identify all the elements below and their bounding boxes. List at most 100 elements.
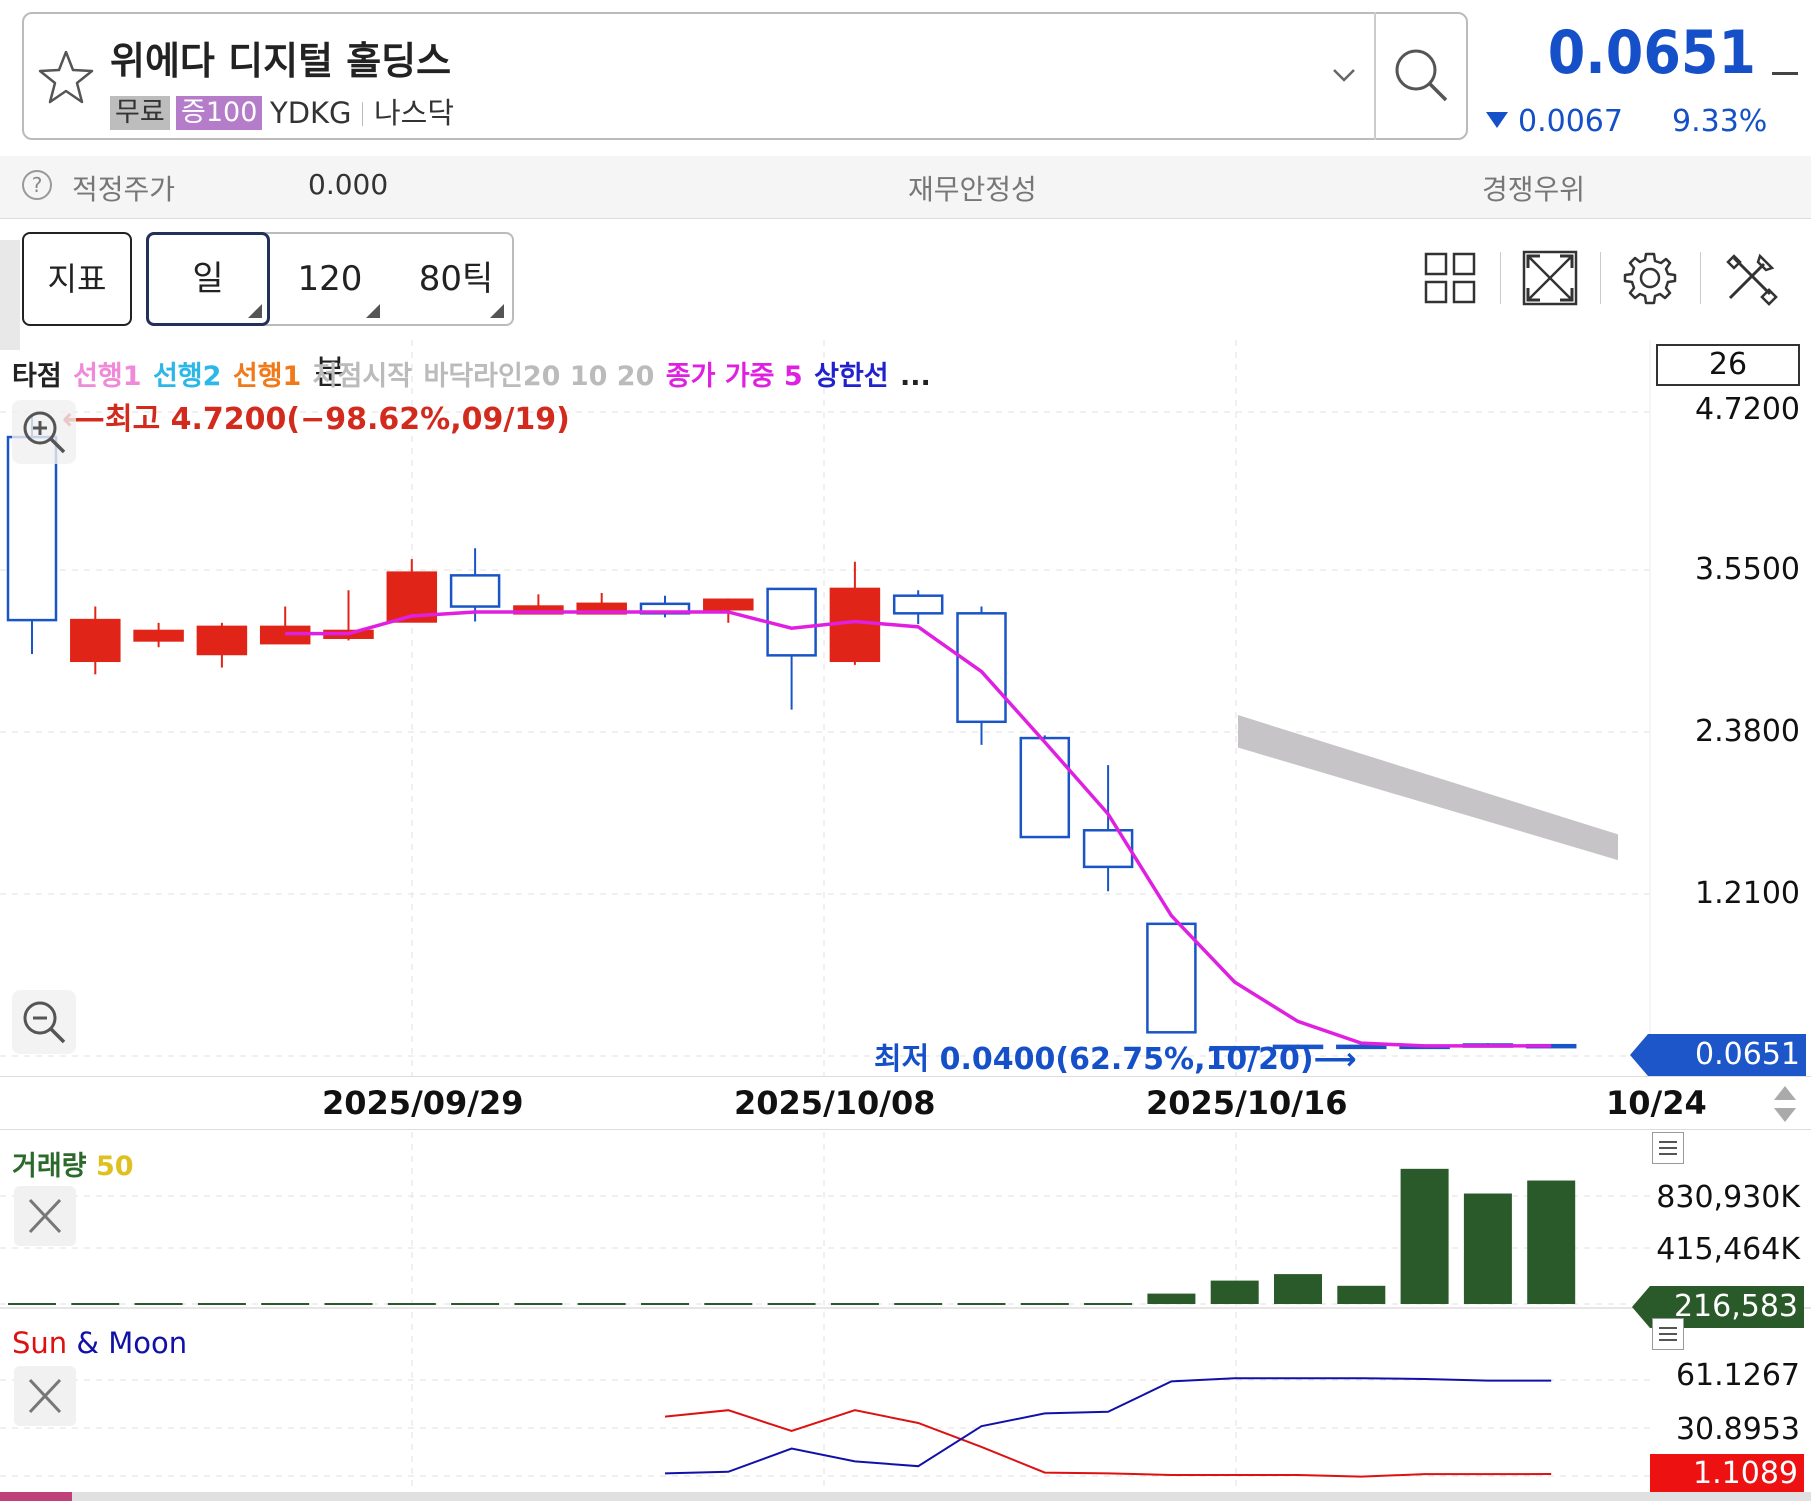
volume-bar <box>1527 1180 1576 1304</box>
down-triangle-icon <box>1486 112 1508 128</box>
settings-gear-icon[interactable] <box>1620 248 1680 308</box>
divider <box>362 102 363 126</box>
date-label: 10/24 <box>1606 1084 1707 1122</box>
price-axis-label: 3.5500 <box>1695 552 1800 587</box>
candle-body <box>703 598 754 611</box>
price-axis-label: 2.3800 <box>1695 714 1800 749</box>
visible-count-box[interactable]: 26 <box>1656 344 1800 386</box>
price-chart[interactable] <box>0 340 1811 1492</box>
sun-line <box>664 1409 1552 1478</box>
candle-body <box>956 612 1007 724</box>
divider <box>1600 252 1601 304</box>
date-label: 2025/09/29 <box>322 1084 524 1122</box>
volume-title-param: 50 <box>95 1151 134 1182</box>
price-change-percent: 9.33% <box>1672 104 1768 139</box>
sun-label: Sun <box>12 1326 68 1360</box>
scrollbar-thumb[interactable] <box>0 1492 72 1501</box>
legend-item[interactable]: 선행1 <box>73 361 151 392</box>
star-favorite-icon[interactable] <box>36 48 96 108</box>
sun-moon-lines <box>0 1377 1650 1478</box>
corner-indicator <box>248 304 262 318</box>
high-annotation: ⟵최고 4.7200(−98.62%,09/19) <box>62 394 570 438</box>
fair-price-value: 0.000 <box>308 168 389 201</box>
right-arrow-icon: ⟶ <box>1313 1042 1357 1077</box>
date-label: 2025/10/08 <box>734 1084 936 1122</box>
low-annotation: 최저 0.0400(62.75%,10/20)⟶ <box>874 1034 1357 1078</box>
volume-tag-pointer <box>1632 1286 1650 1328</box>
horizontal-scrollbar[interactable] <box>0 1492 1811 1501</box>
help-icon[interactable]: ? <box>22 170 52 200</box>
volume-title: 거래량 50 <box>12 1144 134 1183</box>
indicator-button[interactable]: 지표 <box>22 232 132 326</box>
price-marker <box>1772 72 1798 75</box>
zoom-out-icon[interactable] <box>12 990 76 1054</box>
legend-item[interactable]: 바닥라인20 10 20 <box>423 361 663 392</box>
chart-grid <box>0 340 1651 1492</box>
volume-bar <box>1337 1285 1386 1304</box>
stock-name[interactable]: 위에다 디지털 홀딩스 <box>110 30 451 85</box>
volume-bar <box>1400 1168 1449 1304</box>
legend-item[interactable]: 저점시작 <box>313 361 422 392</box>
competitive-advantage-label[interactable]: 경쟁우위 <box>1482 168 1585 208</box>
sun-moon-axis-label: 61.1267 <box>1675 1358 1800 1393</box>
ma-line-path <box>285 610 1552 1048</box>
candle-body <box>449 574 501 608</box>
cloud-band-shape <box>1238 715 1618 861</box>
ma-line <box>285 610 1552 1048</box>
side-drawer-handle[interactable] <box>0 240 20 350</box>
candle-body <box>133 629 184 642</box>
volume-title-text: 거래량 <box>12 1151 87 1182</box>
legend-item[interactable]: ... <box>900 361 931 392</box>
close-icon[interactable] <box>14 1366 76 1426</box>
date-label: 2025/10/16 <box>1146 1084 1348 1122</box>
menu-icon[interactable] <box>1652 1132 1684 1164</box>
volume-bar <box>1210 1280 1259 1304</box>
layout-grid-icon[interactable] <box>1420 248 1480 308</box>
zoom-in-icon[interactable] <box>12 400 76 464</box>
period-120min-button[interactable]: 120분 <box>282 232 378 393</box>
candle-body <box>70 618 121 663</box>
exchange-name: 나스닥 <box>374 96 455 130</box>
indicator-legend[interactable]: 타점 선행1 선행2 선행1 저점시작 바닥라인20 10 20 종가 가중 5… <box>12 354 933 393</box>
volume-axis-label: 830,930K <box>1656 1180 1800 1215</box>
corner-indicator <box>366 304 380 318</box>
candle-body <box>892 594 944 615</box>
ticker-symbol: YDKG <box>270 96 352 130</box>
current-price-tag: 0.0651 <box>1648 1034 1806 1076</box>
current-price-pointer <box>1630 1034 1648 1076</box>
volume-bar <box>1463 1193 1512 1304</box>
legend-item[interactable]: 타점 <box>12 361 71 392</box>
candle-body <box>196 625 248 656</box>
fullscreen-icon[interactable] <box>1520 248 1580 308</box>
divider <box>1374 12 1376 140</box>
cloud-band <box>1238 715 1618 861</box>
menu-icon[interactable] <box>1652 1318 1684 1350</box>
search-icon[interactable] <box>1390 44 1452 106</box>
volume-bar <box>1147 1293 1196 1304</box>
low-annotation-text: 최저 0.0400(62.75%,10/20) <box>874 1042 1314 1077</box>
legend-item[interactable]: 선행1 <box>233 361 311 392</box>
volume-bar <box>1274 1274 1322 1304</box>
legend-item[interactable]: 상한선 <box>814 361 898 392</box>
candle-body <box>1082 829 1134 869</box>
close-icon[interactable] <box>14 1186 76 1246</box>
free-badge: 무료 <box>110 96 170 130</box>
margin-badge: 증100 <box>176 96 263 130</box>
volume-axis-label: 415,464K <box>1656 1232 1800 1267</box>
chevron-down-icon[interactable] <box>1330 62 1358 86</box>
moon-label: Moon <box>108 1326 188 1360</box>
fair-price-label: 적정주가 <box>72 173 176 206</box>
legend-item[interactable]: 종가 가중 5 <box>666 361 812 392</box>
high-annotation-text: 최고 4.7200(−98.62%,09/19) <box>105 402 570 437</box>
legend-item[interactable]: 선행2 <box>153 361 231 392</box>
moon-line <box>664 1377 1552 1475</box>
sun-moon-current-tag: 1.1089 <box>1650 1454 1804 1494</box>
sun-moon-axis-label: 30.8953 <box>1675 1412 1800 1447</box>
price-axis-label: 1.2100 <box>1695 876 1800 911</box>
candle-body <box>6 435 58 622</box>
financial-stability-label[interactable]: 재무안정성 <box>908 168 1037 208</box>
sun-moon-title: Sun & Moon <box>12 1326 187 1360</box>
axis-scroll-arrows-icon[interactable] <box>1770 1082 1800 1126</box>
tools-icon[interactable] <box>1720 248 1780 308</box>
candle-body <box>1146 922 1197 1034</box>
